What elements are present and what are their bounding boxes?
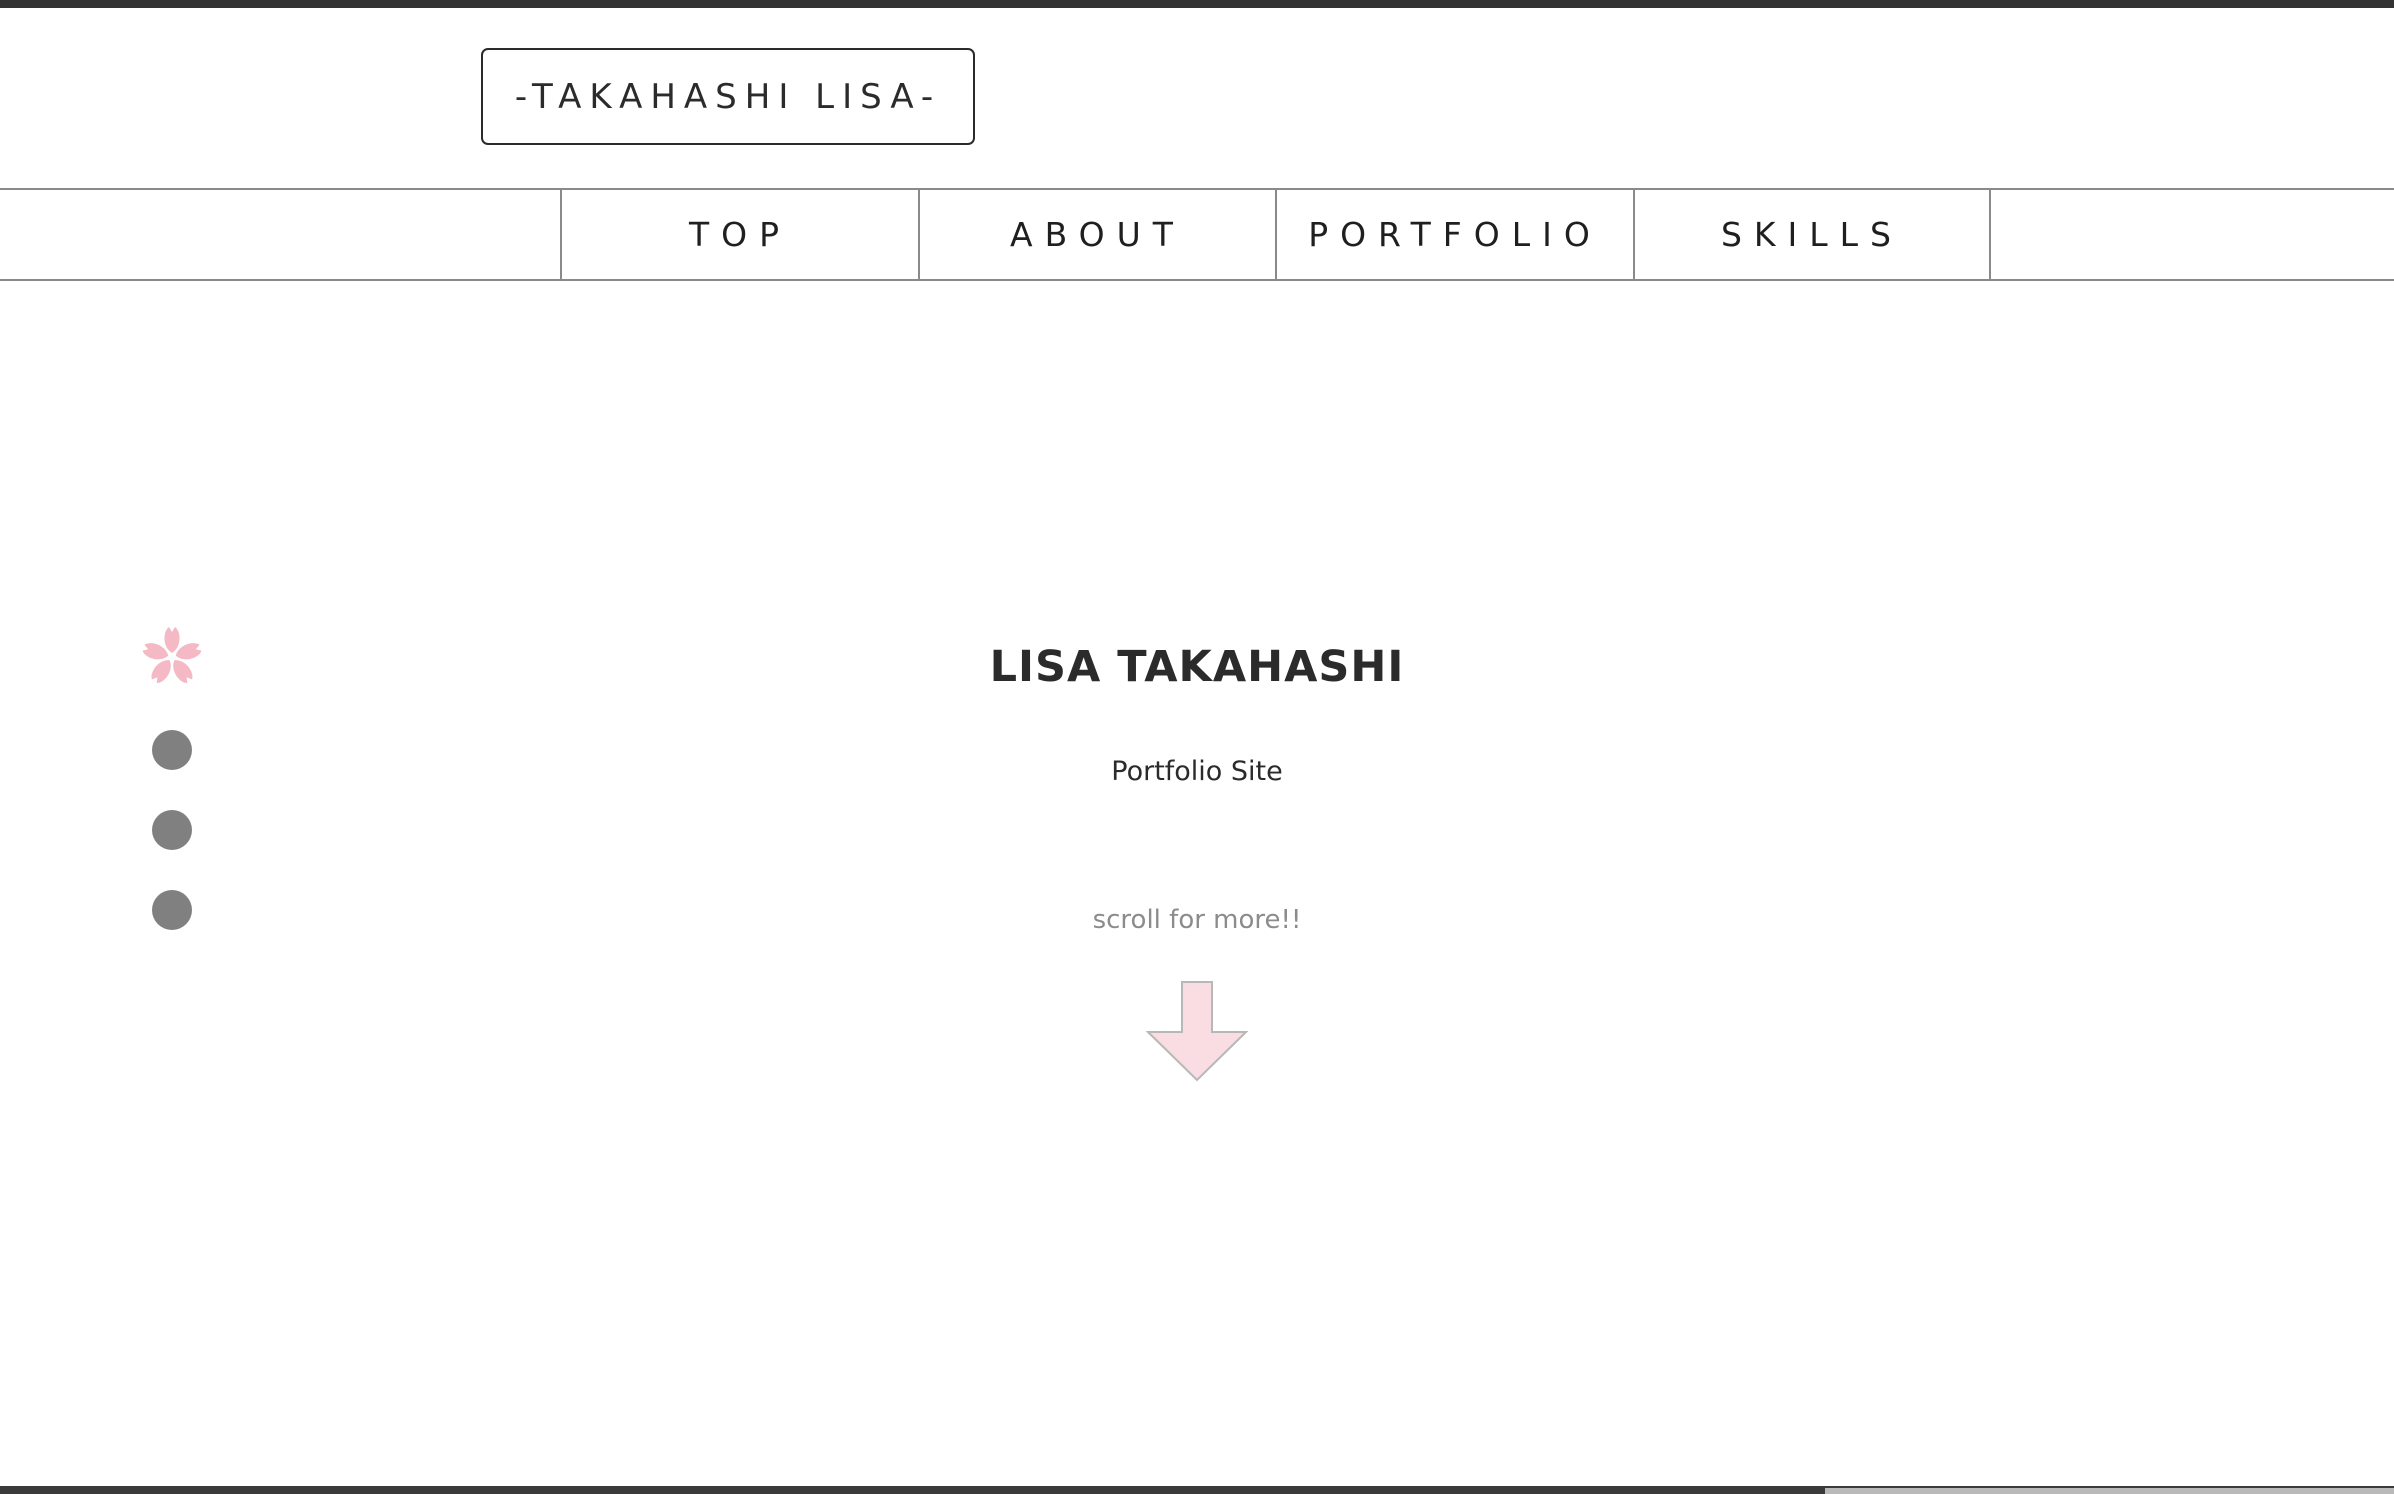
down-arrow-icon[interactable] [1146,980,1248,1082]
nav-item-label: ABOUT [1010,215,1185,254]
scroll-hint: scroll for more!! [1092,905,1302,935]
nav-item-about[interactable]: ABOUT [918,190,1275,279]
nav-item-skills[interactable]: SKILLS [1633,190,1991,279]
window-top-bar [0,0,2394,8]
site-logo-text: -TAKAHASHI LISA- [514,76,942,117]
nav-item-label: PORTFOLIO [1308,215,1602,254]
hero-title: LISA TAKAHASHI [989,642,1405,692]
nav-item-top[interactable]: TOP [560,190,918,279]
nav-item-label: SKILLS [1720,215,1904,254]
page: -TAKAHASHI LISA- TOP ABOUT PORTFOLIO SKI… [0,0,2394,1494]
section-dot-3[interactable] [152,810,192,850]
site-logo[interactable]: -TAKAHASHI LISA- [481,48,975,145]
nav-item-label: TOP [688,215,792,254]
horizontal-scrollbar[interactable] [0,1486,2394,1494]
hero-subtitle: Portfolio Site [1111,756,1283,787]
nav-item-portfolio[interactable]: PORTFOLIO [1275,190,1633,279]
scrollbar-thumb[interactable] [1825,1488,2394,1494]
main-nav: TOP ABOUT PORTFOLIO SKILLS [0,188,2394,281]
